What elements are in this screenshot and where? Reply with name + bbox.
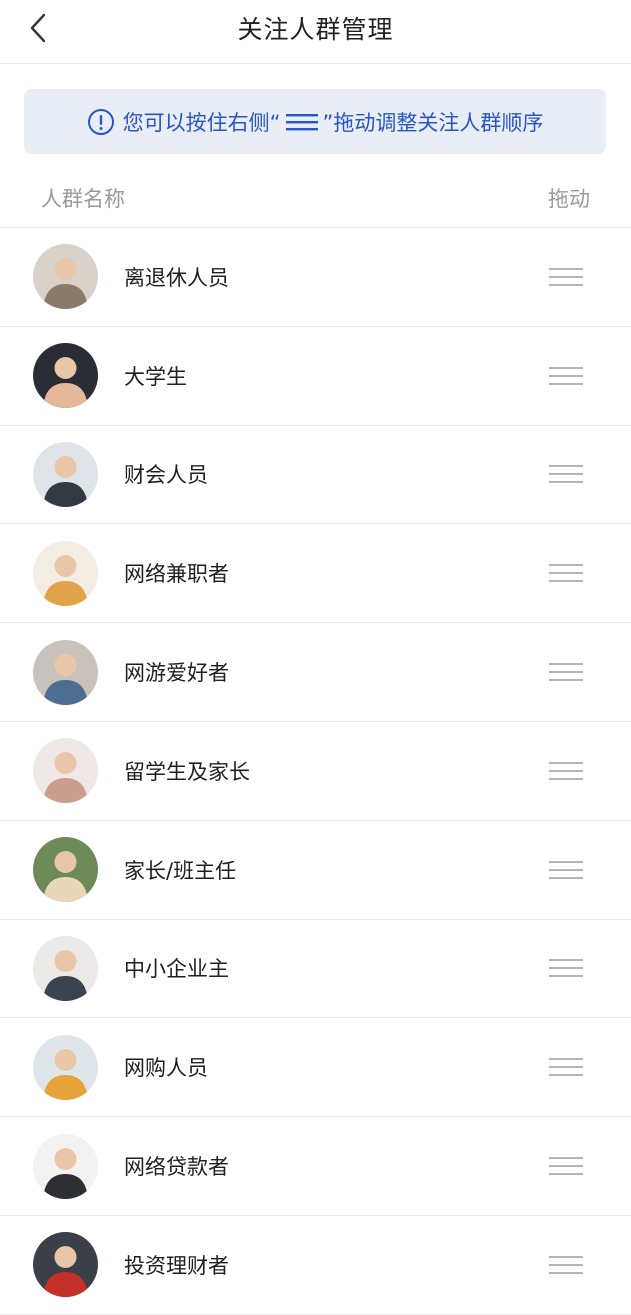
avatar (33, 244, 98, 310)
group-label: 网购人员 (124, 1056, 208, 1081)
drag-handle-icon[interactable] (549, 267, 583, 286)
group-label: 财会人员 (124, 463, 208, 488)
navigation-bar: 关注人群管理 (0, 0, 631, 64)
drag-handle-icon[interactable] (549, 465, 583, 484)
drag-hint-prefix: 您可以按住右侧“ (122, 110, 281, 135)
drag-handle-icon[interactable] (549, 564, 583, 583)
avatar (33, 1232, 98, 1298)
drag-handle-icon[interactable] (549, 959, 583, 978)
group-label: 家长/班主任 (124, 858, 237, 883)
list-item[interactable]: 留学生及家长 (0, 722, 631, 821)
drag-hint-suffix: ”拖动调整关注人群顺序 (322, 110, 544, 135)
list-item[interactable]: 大学生 (0, 327, 631, 426)
list-item[interactable]: 家长/班主任 (0, 821, 631, 920)
avatar (33, 441, 98, 507)
drag-handle-icon[interactable] (549, 1157, 583, 1176)
list-item[interactable]: 网游爱好者 (0, 623, 631, 722)
avatar (33, 935, 98, 1001)
list-item[interactable]: 财会人员 (0, 426, 631, 525)
avatar (33, 1034, 98, 1100)
avatar (33, 1133, 98, 1199)
group-label: 中小企业主 (124, 957, 229, 982)
group-label: 网络兼职者 (124, 562, 229, 587)
group-label: 大学生 (124, 364, 187, 389)
info-icon (87, 108, 114, 135)
group-label: 网游爱好者 (124, 661, 229, 686)
list-item[interactable]: 中小企业主 (0, 920, 631, 1019)
list-item[interactable]: 网购人员 (0, 1018, 631, 1118)
column-header: 人群名称 拖动 (0, 166, 631, 228)
drag-handle-icon[interactable] (549, 663, 583, 682)
group-label: 离退休人员 (124, 265, 229, 290)
list-item[interactable]: 网络贷款者 (0, 1117, 631, 1216)
column-drag-label: 拖动 (548, 187, 590, 211)
page-title: 关注人群管理 (237, 15, 394, 44)
avatar (33, 343, 98, 409)
drag-handle-icon[interactable] (549, 1058, 583, 1077)
group-label: 留学生及家长 (124, 759, 250, 784)
group-label: 网络贷款者 (124, 1155, 229, 1180)
avatar (33, 639, 98, 705)
drag-handle-icon[interactable] (549, 761, 583, 780)
avatar (33, 837, 98, 903)
drag-handle-icon[interactable] (549, 366, 583, 385)
group-label: 投资理财者 (124, 1253, 229, 1278)
column-name-label: 人群名称 (41, 187, 125, 211)
avatar (33, 738, 98, 804)
list-item[interactable]: 离退休人员 (0, 228, 631, 327)
drag-hint-banner: 您可以按住右侧“ ”拖动调整关注人群顺序 (24, 89, 606, 154)
list-item[interactable]: 网络兼职者 (0, 524, 631, 624)
list-item[interactable]: 投资理财者 (0, 1216, 631, 1315)
group-list: 离退休人员大学生财会人员网络兼职者网游爱好者留学生及家长 家长/班主任 中小企业主网… (0, 228, 631, 1315)
avatar (33, 540, 98, 606)
drag-handle-icon[interactable] (549, 860, 583, 879)
drag-handle-icon[interactable] (549, 1255, 583, 1274)
drag-lines-icon (285, 113, 318, 130)
